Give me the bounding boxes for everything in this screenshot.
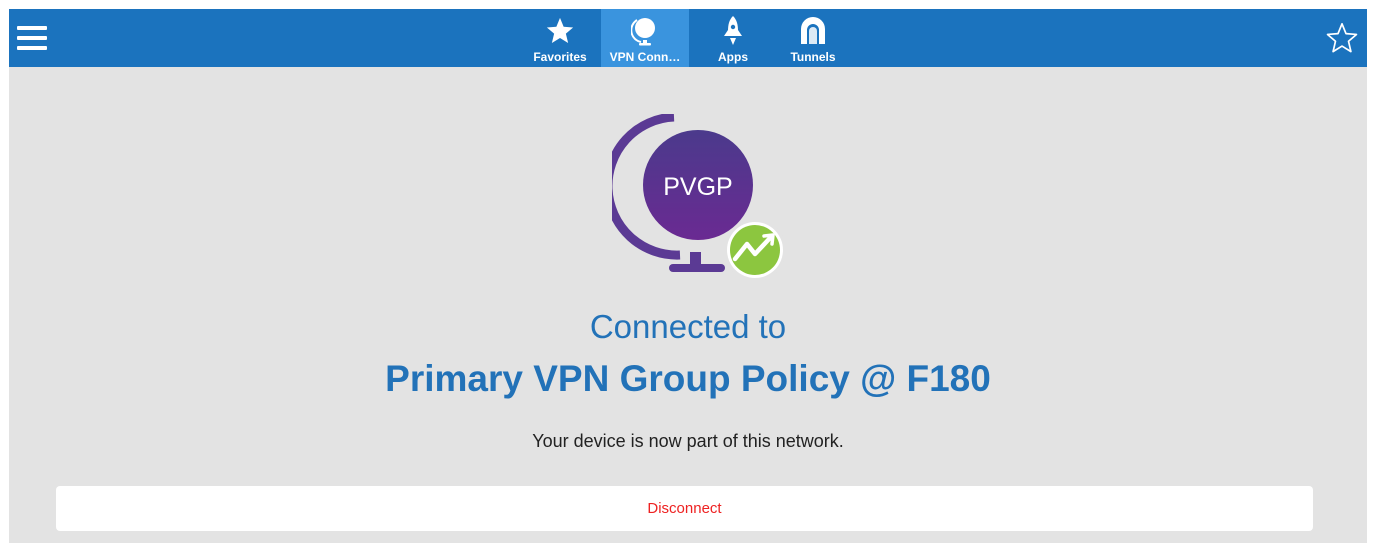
tab-apps[interactable]: Apps	[689, 9, 777, 67]
tab-bar: Favorites VPN Conn… Apps Tunnels	[519, 9, 849, 67]
hamburger-menu-icon[interactable]	[17, 26, 47, 50]
rocket-icon	[722, 14, 744, 48]
tab-label: Tunnels	[790, 50, 836, 64]
connected-heading: Connected to	[589, 308, 787, 345]
connection-badge-icon	[724, 219, 786, 281]
star-outline-icon[interactable]	[1325, 21, 1359, 55]
globe-icon	[631, 14, 659, 48]
vpn-globe-logo: PVGP	[603, 112, 792, 284]
logo-text: PVGP	[663, 173, 732, 201]
disconnect-button[interactable]: Disconnect	[56, 486, 1313, 531]
policy-name: Primary VPN Group Policy @ F180	[385, 358, 991, 399]
app-window: Favorites VPN Conn… Apps Tunnels PVGP Co…	[0, 0, 1375, 543]
tunnel-icon	[800, 14, 826, 48]
tab-vpn-connections[interactable]: VPN Conn…	[601, 9, 689, 67]
tab-tunnels[interactable]: Tunnels	[777, 9, 849, 67]
top-nav-bar: Favorites VPN Conn… Apps Tunnels	[9, 9, 1367, 67]
main-content: PVGP Connected to Primary VPN Group Poli…	[9, 67, 1367, 543]
tab-label: Favorites	[533, 50, 587, 64]
status-message: Your device is now part of this network.	[532, 431, 844, 451]
tab-favorites[interactable]: Favorites	[519, 9, 601, 67]
tab-label: Apps	[718, 50, 748, 64]
star-icon	[545, 14, 575, 48]
tab-label: VPN Conn…	[609, 50, 681, 64]
